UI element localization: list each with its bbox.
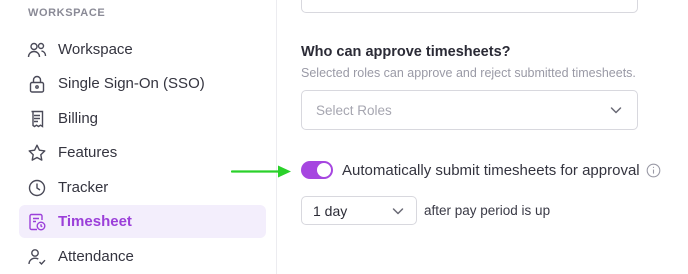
clock-icon <box>27 178 47 198</box>
chevron-down-icon <box>609 103 623 117</box>
sidebar-item-sso[interactable]: Single Sign-On (SSO) <box>19 67 266 100</box>
sidebar-item-label: Workspace <box>58 41 133 58</box>
auto-submit-row: Automatically submit timesheets for appr… <box>301 161 661 179</box>
timesheet-settings-panel: Who can approve timesheets? Selected rol… <box>278 0 688 274</box>
sidebar-item-timesheet[interactable]: Timesheet <box>19 205 266 238</box>
sidebar-item-attendance[interactable]: Attendance <box>19 240 266 273</box>
receipt-icon <box>27 109 47 129</box>
delay-select[interactable]: 1 day <box>301 196 417 225</box>
previous-field-box[interactable] <box>301 0 638 13</box>
users-icon <box>27 40 47 60</box>
sidebar-item-label: Billing <box>58 110 99 127</box>
star-icon <box>27 143 47 163</box>
chevron-down-icon <box>391 204 405 218</box>
sidebar-item-label: Features <box>58 144 118 161</box>
toggle-knob <box>317 163 331 177</box>
approve-section-subtitle: Selected roles can approve and reject su… <box>301 66 636 80</box>
after-pay-period-text: after pay period is up <box>424 203 551 218</box>
auto-submit-toggle[interactable] <box>301 161 333 179</box>
sidebar-item-label: Single Sign-On (SSO) <box>58 75 205 92</box>
lock-icon <box>27 74 47 94</box>
select-roles-dropdown[interactable]: Select Roles <box>301 90 638 130</box>
annotation-arrow-icon <box>231 165 291 178</box>
timesheet-icon <box>27 212 47 232</box>
delay-value: 1 day <box>313 202 348 219</box>
sidebar-item-tracker[interactable]: Tracker <box>19 171 266 204</box>
approve-section-title: Who can approve timesheets? <box>301 44 511 60</box>
select-roles-placeholder: Select Roles <box>316 102 392 118</box>
auto-submit-label: Automatically submit timesheets for appr… <box>342 161 640 179</box>
sidebar-item-label: Timesheet <box>58 213 132 230</box>
info-icon[interactable] <box>646 163 661 178</box>
sidebar-item-features[interactable]: Features <box>19 136 266 169</box>
user-check-icon <box>27 247 47 267</box>
sidebar-item-label: Attendance <box>58 248 134 265</box>
sidebar-item-workspace[interactable]: Workspace <box>19 33 266 66</box>
sidebar-item-billing[interactable]: Billing <box>19 102 266 135</box>
settings-sidebar: WORKSPACE Workspace Single Sign-On (SSO)… <box>0 0 277 274</box>
sidebar-item-label: Tracker <box>58 179 109 196</box>
sidebar-section-title: WORKSPACE <box>28 7 106 19</box>
